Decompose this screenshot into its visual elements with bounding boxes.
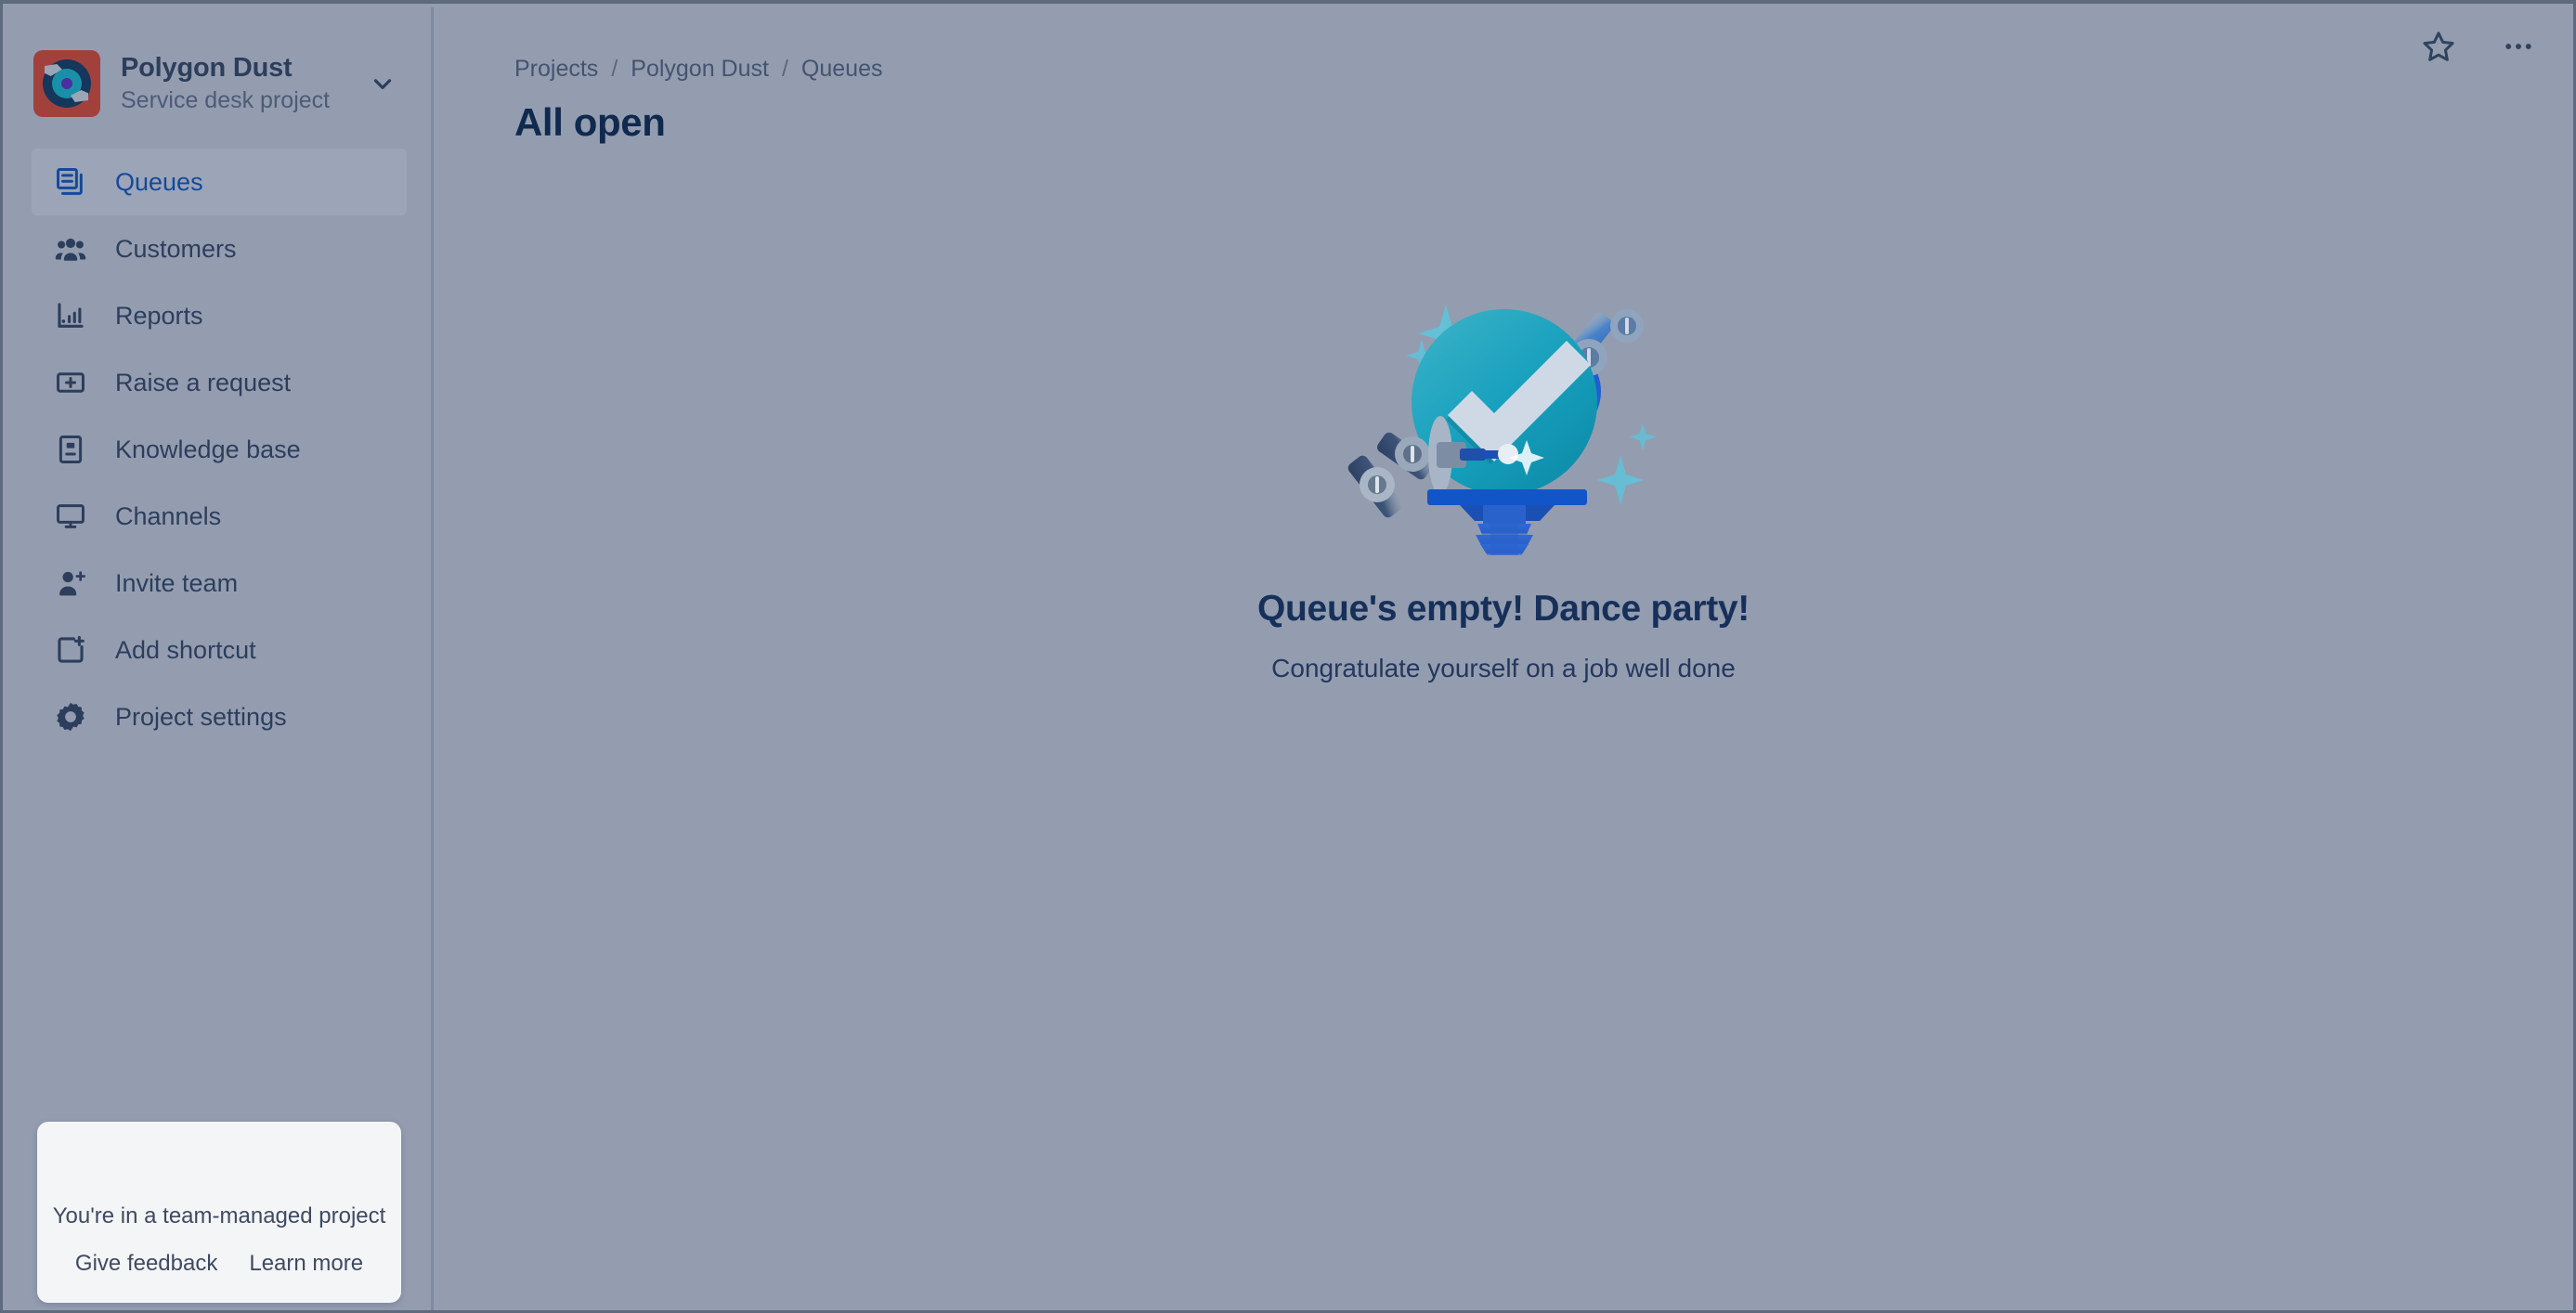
app-window: Polygon Dust Service desk project Queues… — [0, 0, 2576, 1313]
sidebar-item-add-shortcut[interactable]: Add shortcut — [32, 617, 407, 683]
sidebar-nav: Queues Customers Reports Raise a request… — [6, 149, 431, 750]
chevron-down-icon[interactable] — [366, 67, 399, 100]
star-icon[interactable] — [2413, 20, 2465, 72]
invite-team-icon — [50, 563, 91, 604]
team-managed-project-card: You're in a team-managed project Give fe… — [37, 1122, 401, 1303]
project-name: Polygon Dust — [121, 52, 293, 83]
sidebar-item-label: Channels — [115, 501, 222, 530]
sidebar-item-knowledge-base[interactable]: Knowledge base — [32, 416, 407, 483]
sidebar-item-project-settings[interactable]: Project settings — [32, 683, 407, 750]
sidebar-item-channels[interactable]: Channels — [32, 483, 407, 550]
team-managed-card-actions: Give feedback Learn more — [37, 1251, 401, 1277]
sidebar-item-label: Invite team — [115, 568, 239, 597]
reports-bar-chart-icon — [50, 295, 91, 336]
breadcrumb-item-projects[interactable]: Projects — [514, 56, 598, 83]
main-content: Projects / Polygon Dust / Queues All ope… — [436, 7, 2570, 1307]
channels-monitor-icon — [50, 496, 91, 537]
sidebar-item-raise-a-request[interactable]: Raise a request — [32, 349, 407, 416]
empty-state: Queue's empty! Dance party! Congratulate… — [436, 258, 2570, 683]
sidebar-item-reports[interactable]: Reports — [32, 282, 407, 349]
breadcrumb: Projects / Polygon Dust / Queues — [514, 56, 882, 83]
page-title: All open — [514, 100, 666, 144]
breadcrumb-item-project[interactable]: Polygon Dust — [631, 56, 769, 83]
sidebar-item-label: Customers — [115, 234, 237, 263]
breadcrumb-item-queues[interactable]: Queues — [801, 56, 883, 83]
project-type: Service desk project — [121, 86, 331, 113]
team-managed-card-title: You're in a team-managed project — [52, 1203, 386, 1229]
gear-icon — [50, 696, 91, 737]
raise-request-icon — [50, 362, 91, 403]
breadcrumb-separator: / — [781, 56, 788, 82]
top-actions — [2413, 20, 2544, 72]
sidebar-item-label: Knowledge base — [115, 435, 301, 463]
vinyl-record-icon — [33, 50, 100, 117]
sidebar: Polygon Dust Service desk project Queues… — [6, 7, 434, 1310]
robot-arms-checkmark-globe-illustration — [1336, 258, 1671, 557]
project-switcher[interactable]: Polygon Dust Service desk project — [6, 33, 431, 134]
sidebar-item-label: Project settings — [115, 702, 287, 731]
project-meta: Polygon Dust Service desk project — [121, 52, 366, 116]
learn-more-link[interactable]: Learn more — [249, 1251, 363, 1277]
breadcrumb-separator: / — [611, 56, 618, 82]
sidebar-item-customers[interactable]: Customers — [32, 215, 407, 282]
sidebar-item-label: Reports — [115, 301, 203, 330]
more-actions-icon[interactable] — [2492, 20, 2544, 72]
sidebar-item-label: Add shortcut — [115, 635, 256, 664]
customers-icon — [50, 228, 91, 269]
empty-state-subtext: Congratulate yourself on a job well done — [1271, 654, 1736, 682]
empty-state-heading: Queue's empty! Dance party! — [1257, 589, 1750, 629]
give-feedback-link[interactable]: Give feedback — [75, 1251, 217, 1277]
queues-icon — [50, 162, 91, 202]
add-shortcut-icon — [50, 630, 91, 670]
sidebar-item-queues[interactable]: Queues — [32, 149, 407, 215]
sidebar-item-label: Queues — [115, 167, 203, 196]
sidebar-item-invite-team[interactable]: Invite team — [32, 550, 407, 617]
sidebar-item-label: Raise a request — [115, 368, 292, 396]
knowledge-base-icon — [50, 429, 91, 470]
